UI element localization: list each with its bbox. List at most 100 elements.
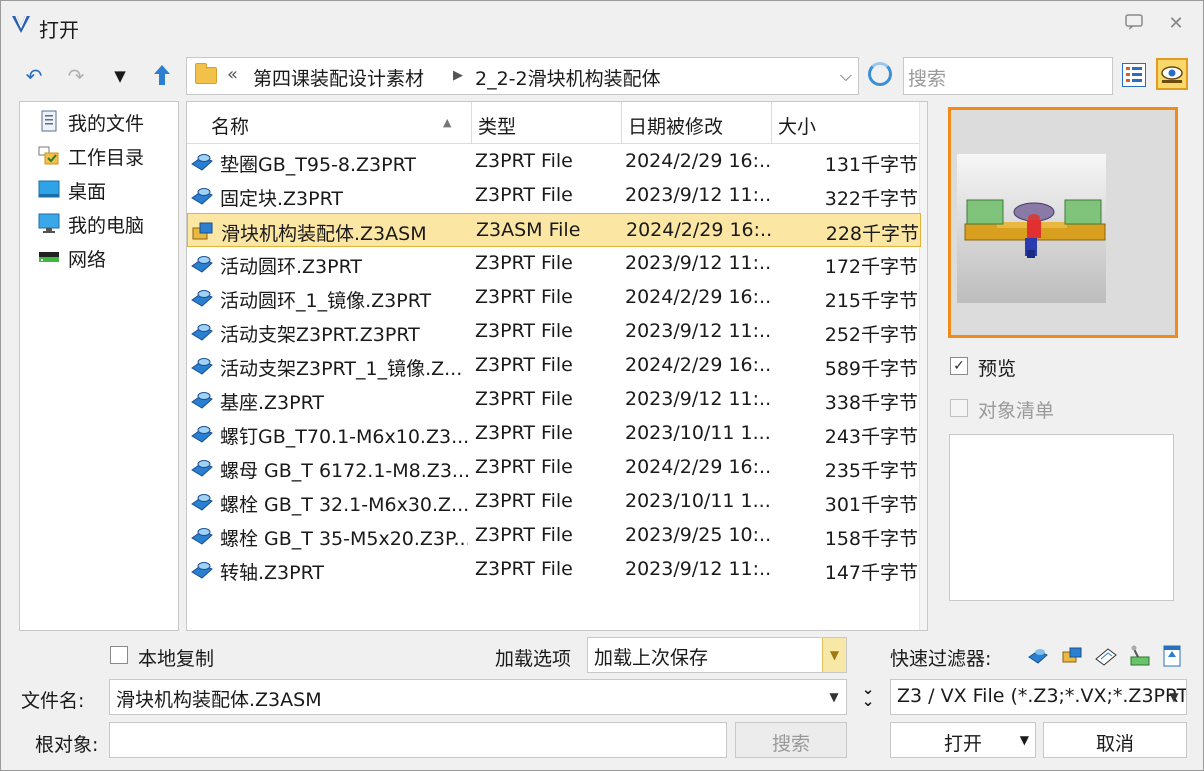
search-input[interactable]: 搜索 — [903, 57, 1113, 95]
column-header-label: 日期被修改 — [628, 116, 724, 138]
column-header-label: 大小 — [778, 116, 817, 138]
file-size: 301千字节 — [824, 494, 918, 516]
chevron-down-icon[interactable]: ▼ — [1020, 733, 1029, 747]
filename-value: 滑块机构装配体.Z3ASM — [116, 689, 322, 711]
object-list-checkbox[interactable] — [950, 399, 968, 417]
file-name: 转轴.Z3PRT — [220, 562, 325, 584]
file-name: 螺母 GB_T 6172.1-M8.Z3... — [220, 460, 468, 482]
place-label: 我的文件 — [68, 113, 145, 135]
column-header-date[interactable]: 日期被修改 — [622, 102, 772, 144]
file-name: 垫圈GB_T95-8.Z3PRT — [220, 154, 417, 176]
other-filter-icon[interactable] — [1160, 643, 1184, 669]
breadcrumb-chevron-icon[interactable]: ▶ — [453, 68, 463, 83]
details-view-icon[interactable] — [1122, 63, 1146, 87]
places-panel: 我的文件 工作目录 桌面 我的电脑 网络 — [19, 101, 179, 631]
file-row[interactable]: 基座.Z3PRT Z3PRT File 2023/9/12 11:... 338千字节 — [187, 383, 921, 417]
file-date: 2023/10/11 1... — [625, 490, 770, 512]
assembly-filter-icon[interactable] — [1060, 643, 1084, 669]
file-date: 2023/9/25 10:... — [625, 524, 770, 546]
file-date: 2023/9/12 11:... — [625, 320, 770, 342]
part-file-icon — [191, 460, 213, 477]
file-date: 2024/2/29 16:... — [626, 219, 771, 241]
file-type: Z3PRT File — [475, 388, 573, 410]
breadcrumb-overflow[interactable]: « — [227, 64, 238, 85]
part-filter-icon[interactable] — [1026, 643, 1050, 669]
file-type: Z3PRT File — [475, 184, 573, 206]
model-preview-image — [957, 154, 1106, 303]
breadcrumb-item[interactable]: 第四课装配设计素材 — [253, 64, 424, 91]
forward-arrow-icon[interactable]: ↷ — [63, 63, 89, 89]
work-directory-icon — [38, 146, 59, 165]
place-my-files[interactable]: 我的文件 — [38, 107, 178, 137]
help-icon[interactable] — [1123, 13, 1145, 35]
assembly-file-icon — [192, 222, 213, 240]
file-row[interactable]: 活动支架Z3PRT_1_镜像.Z... Z3PRT File 2024/2/29 1… — [187, 349, 921, 383]
chevron-down-icon[interactable]: ⌵ — [840, 66, 852, 86]
file-row[interactable]: 滑块机构装配体.Z3ASM Z3ASM File 2024/2/29 16:... 2… — [187, 213, 921, 247]
search-button[interactable]: 搜索 — [735, 722, 847, 758]
open-button-label: 打开 — [943, 733, 982, 755]
load-option-select[interactable]: 加载上次保存 ▼ — [587, 637, 847, 673]
filename-input[interactable]: 滑块机构装配体.Z3ASM ▼ — [109, 679, 847, 715]
file-row[interactable]: 螺栓 GB_T 35-M5x20.Z3P... Z3PRT File 2023/9/… — [187, 519, 921, 553]
double-chevron-down-icon[interactable]: ⌄ ⌄ — [857, 682, 879, 711]
preview-checkbox[interactable]: ✓ — [950, 357, 968, 375]
file-date: 2024/2/29 16:... — [625, 286, 770, 308]
drawing-filter-icon[interactable] — [1094, 643, 1118, 669]
part-file-icon — [191, 188, 213, 205]
file-row[interactable]: 活动支架Z3PRT.Z3PRT Z3PRT File 2023/9/12 11:..… — [187, 315, 921, 349]
place-network[interactable]: 网络 — [38, 243, 178, 273]
dropdown-triangle-icon[interactable]: ▼ — [107, 63, 133, 89]
column-header-size[interactable]: 大小 — [772, 102, 921, 144]
back-arrow-icon[interactable]: ↶ — [21, 63, 47, 89]
place-my-computer[interactable]: 我的电脑 — [38, 209, 178, 239]
file-date: 2023/9/12 11:... — [625, 184, 770, 206]
file-row[interactable]: 螺钉GB_T70.1-M6x10.Z3... Z3PRT File 2023/10/… — [187, 417, 921, 451]
file-type: Z3PRT File — [475, 320, 573, 342]
chevron-down-icon[interactable]: ▼ — [822, 638, 846, 672]
preview-view-icon[interactable] — [1156, 58, 1188, 90]
place-label: 网络 — [68, 249, 107, 271]
cancel-button[interactable]: 取消 — [1043, 722, 1187, 758]
file-row[interactable]: 活动圆环.Z3PRT Z3PRT File 2023/9/12 11:... 172千… — [187, 247, 921, 281]
refresh-icon[interactable] — [868, 62, 892, 86]
place-desktop[interactable]: 桌面 — [38, 175, 178, 205]
close-icon[interactable]: ✕ — [1165, 13, 1187, 35]
column-header-type[interactable]: 类型 — [472, 102, 622, 144]
file-type: Z3PRT File — [475, 490, 573, 512]
part-file-icon — [191, 154, 213, 171]
part-file-icon — [191, 528, 213, 545]
chevron-down-icon[interactable]: ▼ — [1162, 680, 1186, 714]
cam-filter-icon[interactable] — [1128, 643, 1152, 669]
file-date: 2024/2/29 16:... — [625, 354, 770, 376]
file-row[interactable]: 固定块.Z3PRT Z3PRT File 2023/9/12 11:... 322千字… — [187, 179, 921, 213]
up-arrow-icon[interactable] — [149, 63, 175, 89]
path-breadcrumb-bar[interactable]: « 第四课装配设计素材 ▶ 2_2-2滑块机构装配体 ⌵ — [186, 57, 859, 95]
file-row[interactable]: 活动圆环_1_镜像.Z3PRT Z3PRT File 2024/2/29 16:..… — [187, 281, 921, 315]
root-object-input[interactable] — [109, 722, 727, 758]
breadcrumb-item[interactable]: 2_2-2滑块机构装配体 — [475, 64, 661, 91]
desktop-icon — [38, 180, 60, 198]
file-row[interactable]: 螺母 GB_T 6172.1-M8.Z3... Z3PRT File 2024/2/… — [187, 451, 921, 485]
file-name: 固定块.Z3PRT — [220, 188, 344, 210]
file-size: 215千字节 — [824, 290, 918, 312]
column-header-name[interactable]: 名称 ▲ — [187, 102, 472, 144]
file-type-select[interactable]: Z3 / VX File (*.Z3;*.VX;*.Z3PRT ▼ — [890, 679, 1187, 715]
file-size: 235千字节 — [824, 460, 918, 482]
file-type: Z3PRT File — [475, 524, 573, 546]
file-type: Z3ASM File — [476, 219, 581, 241]
file-size: 338千字节 — [824, 392, 918, 414]
place-work-directory[interactable]: 工作目录 — [38, 141, 178, 171]
file-row[interactable]: 垫圈GB_T95-8.Z3PRT Z3PRT File 2024/2/29 16:.… — [187, 145, 921, 179]
file-type: Z3PRT File — [475, 422, 573, 444]
load-option-value: 加载上次保存 — [594, 647, 709, 669]
dialog-title: 打开 — [39, 18, 79, 42]
chevron-down-icon[interactable]: ▼ — [822, 680, 846, 714]
open-button[interactable]: 打开 ▼ — [890, 722, 1036, 758]
file-row[interactable]: 转轴.Z3PRT Z3PRT File 2023/9/12 11:... 147千字节 — [187, 553, 921, 587]
file-row[interactable]: 螺栓 GB_T 32.1-M6x30.Z... Z3PRT File 2023/10… — [187, 485, 921, 519]
file-type: Z3PRT File — [475, 558, 573, 580]
document-icon — [41, 110, 57, 132]
local-copy-checkbox[interactable] — [110, 646, 128, 664]
file-type: Z3PRT File — [475, 286, 573, 308]
